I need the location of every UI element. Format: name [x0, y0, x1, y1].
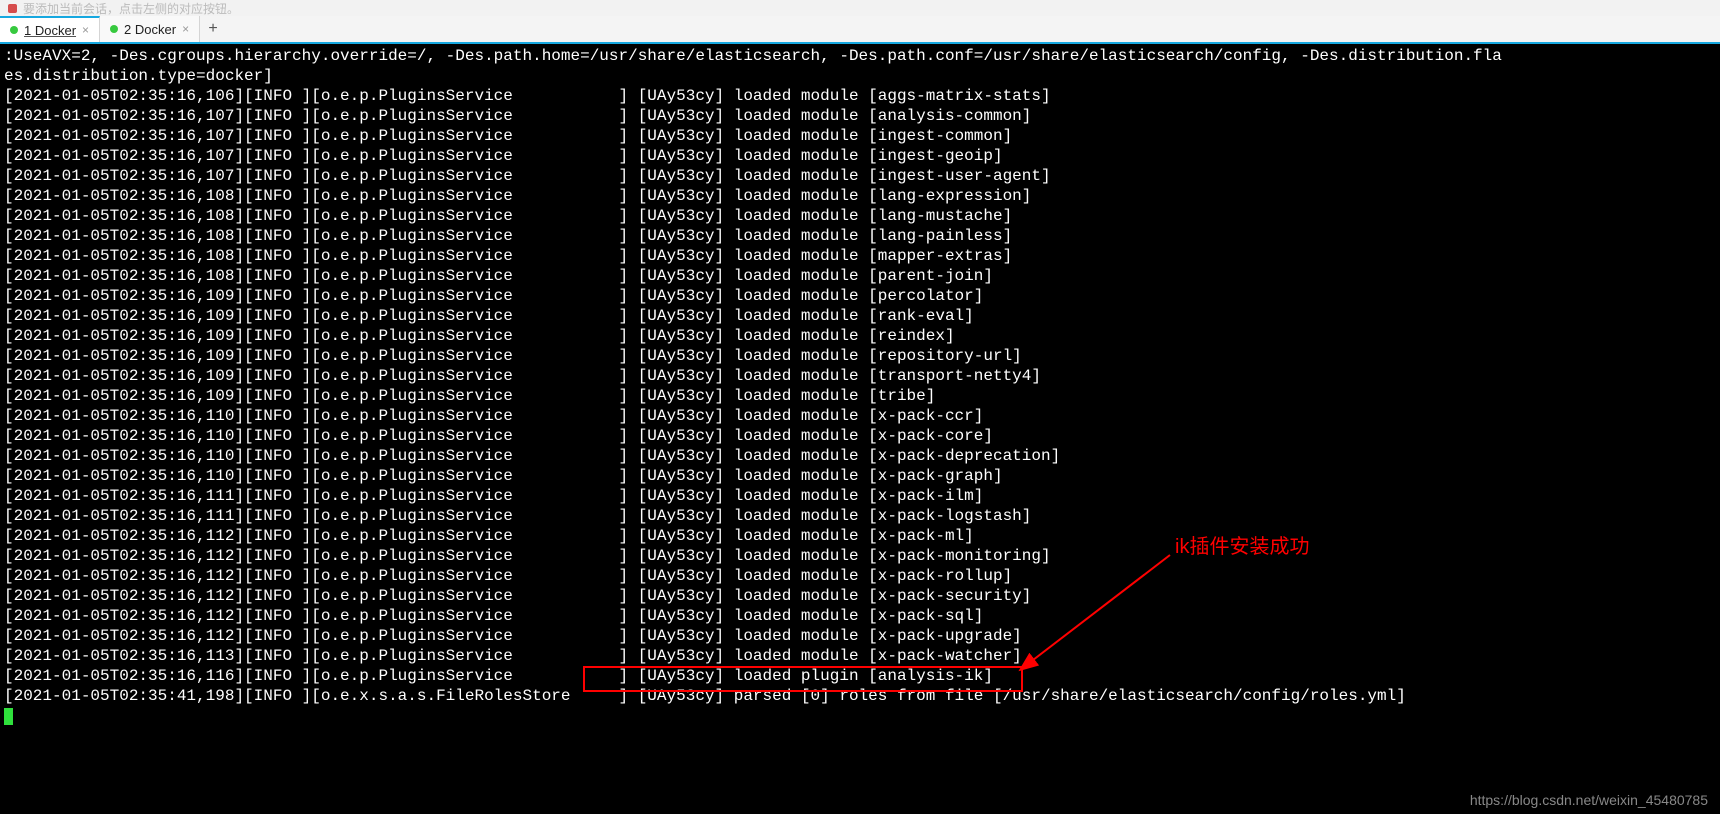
log-line: [2021-01-05T02:35:16,108][INFO ][o.e.p.P…	[4, 206, 1716, 226]
log-line: [2021-01-05T02:35:16,113][INFO ][o.e.p.P…	[4, 646, 1716, 666]
log-line: [2021-01-05T02:35:16,107][INFO ][o.e.p.P…	[4, 166, 1716, 186]
hint-text: 要添加当前会话，点击左侧的对应按钮。	[23, 0, 239, 17]
log-line: [2021-01-05T02:35:16,107][INFO ][o.e.p.P…	[4, 106, 1716, 126]
log-line: [2021-01-05T02:35:41,198][INFO ][o.e.x.s…	[4, 686, 1716, 706]
add-tab-button[interactable]: +	[200, 16, 226, 42]
log-line: [2021-01-05T02:35:16,109][INFO ][o.e.p.P…	[4, 386, 1716, 406]
log-line: [2021-01-05T02:35:16,109][INFO ][o.e.p.P…	[4, 286, 1716, 306]
log-line: [2021-01-05T02:35:16,110][INFO ][o.e.p.P…	[4, 446, 1716, 466]
hint-dot-icon	[8, 4, 17, 13]
terminal-output[interactable]: :UseAVX=2, -Des.cgroups.hierarchy.overri…	[0, 44, 1720, 728]
log-line: [2021-01-05T02:35:16,112][INFO ][o.e.p.P…	[4, 606, 1716, 626]
close-icon[interactable]: ×	[82, 23, 89, 37]
log-header2: es.distribution.type=docker]	[4, 66, 1716, 86]
log-header: :UseAVX=2, -Des.cgroups.hierarchy.overri…	[4, 46, 1716, 66]
log-line: [2021-01-05T02:35:16,109][INFO ][o.e.p.P…	[4, 346, 1716, 366]
log-line: [2021-01-05T02:35:16,111][INFO ][o.e.p.P…	[4, 486, 1716, 506]
tab-label: 1 Docker	[24, 23, 76, 38]
cursor-icon	[4, 708, 13, 725]
close-icon[interactable]: ×	[182, 22, 189, 36]
cursor-line	[4, 706, 1716, 726]
log-line: [2021-01-05T02:35:16,112][INFO ][o.e.p.P…	[4, 526, 1716, 546]
log-line: [2021-01-05T02:35:16,110][INFO ][o.e.p.P…	[4, 426, 1716, 446]
log-line: [2021-01-05T02:35:16,110][INFO ][o.e.p.P…	[4, 466, 1716, 486]
log-line: [2021-01-05T02:35:16,112][INFO ][o.e.p.P…	[4, 546, 1716, 566]
log-line: [2021-01-05T02:35:16,108][INFO ][o.e.p.P…	[4, 266, 1716, 286]
log-line: [2021-01-05T02:35:16,109][INFO ][o.e.p.P…	[4, 306, 1716, 326]
log-line: [2021-01-05T02:35:16,108][INFO ][o.e.p.P…	[4, 226, 1716, 246]
watermark: https://blog.csdn.net/weixin_45480785	[1470, 792, 1708, 808]
log-line: [2021-01-05T02:35:16,106][INFO ][o.e.p.P…	[4, 86, 1716, 106]
tab-bar: 1 Docker × 2 Docker × +	[0, 16, 1720, 44]
log-line: [2021-01-05T02:35:16,112][INFO ][o.e.p.P…	[4, 626, 1716, 646]
log-line: [2021-01-05T02:35:16,112][INFO ][o.e.p.P…	[4, 586, 1716, 606]
log-line: [2021-01-05T02:35:16,109][INFO ][o.e.p.P…	[4, 366, 1716, 386]
status-dot-icon	[10, 26, 18, 34]
tab-label: 2 Docker	[124, 22, 176, 37]
tab-docker-2[interactable]: 2 Docker ×	[100, 16, 200, 42]
log-line: [2021-01-05T02:35:16,110][INFO ][o.e.p.P…	[4, 406, 1716, 426]
log-line: [2021-01-05T02:35:16,107][INFO ][o.e.p.P…	[4, 126, 1716, 146]
log-line: [2021-01-05T02:35:16,109][INFO ][o.e.p.P…	[4, 326, 1716, 346]
log-line: [2021-01-05T02:35:16,116][INFO ][o.e.p.P…	[4, 666, 1716, 686]
log-line: [2021-01-05T02:35:16,112][INFO ][o.e.p.P…	[4, 566, 1716, 586]
log-line: [2021-01-05T02:35:16,107][INFO ][o.e.p.P…	[4, 146, 1716, 166]
status-dot-icon	[110, 25, 118, 33]
log-line: [2021-01-05T02:35:16,111][INFO ][o.e.p.P…	[4, 506, 1716, 526]
log-line: [2021-01-05T02:35:16,108][INFO ][o.e.p.P…	[4, 246, 1716, 266]
hint-bar: 要添加当前会话，点击左侧的对应按钮。	[0, 0, 1720, 16]
tab-docker-1[interactable]: 1 Docker ×	[0, 16, 100, 42]
log-line: [2021-01-05T02:35:16,108][INFO ][o.e.p.P…	[4, 186, 1716, 206]
